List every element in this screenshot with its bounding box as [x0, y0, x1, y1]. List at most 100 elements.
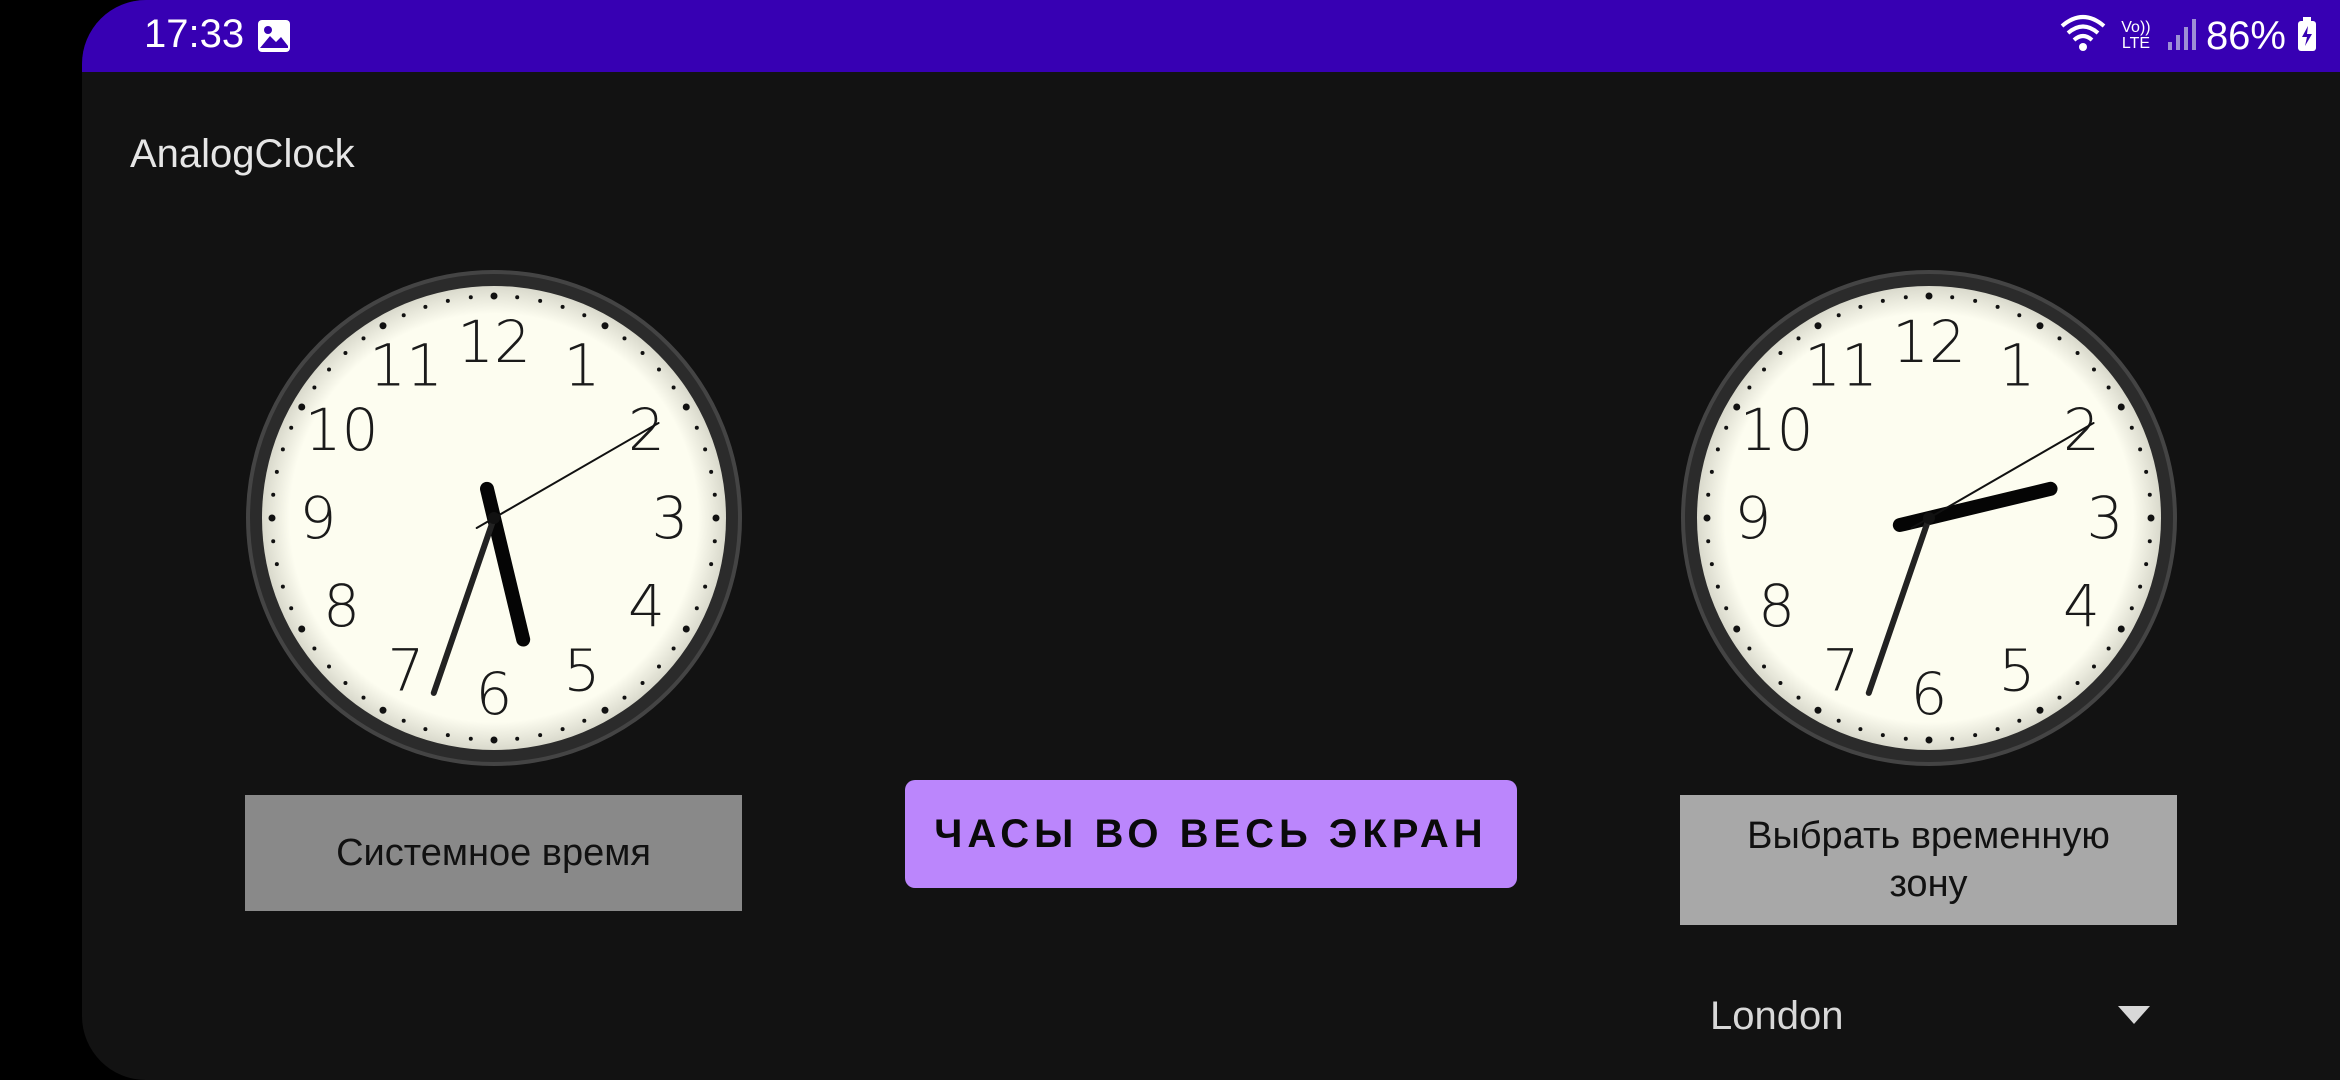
minute-tick — [1778, 680, 1783, 685]
minute-tick — [2091, 664, 2096, 669]
minute-tick — [280, 447, 285, 452]
minute-tick — [1995, 304, 2000, 309]
clock-numeral: 4 — [628, 572, 665, 640]
minute-tick — [2144, 562, 2149, 567]
minute-tick — [1995, 727, 2000, 732]
minute-tick — [1706, 539, 1711, 544]
clock-numeral: 4 — [2063, 572, 2100, 640]
minute-tick — [656, 664, 661, 669]
hour-tick — [298, 625, 306, 633]
minute-tick — [1709, 562, 1714, 567]
hour-tick — [379, 322, 387, 330]
minute-tick — [2106, 385, 2111, 390]
minute-tick — [640, 351, 645, 356]
minute-tick — [1858, 304, 1863, 309]
clock-numeral: 9 — [1735, 484, 1772, 552]
minute-tick — [1747, 646, 1752, 651]
wifi-icon — [2060, 14, 2106, 59]
clock-face: 121234567891011 — [246, 270, 742, 766]
clock-numeral: 12 — [457, 308, 531, 376]
app-screen: 17:33 Vo)) LTE 86% AnalogClock 121234567… — [82, 0, 2340, 1080]
minute-tick — [2138, 584, 2143, 589]
minute-tick — [712, 492, 717, 497]
minute-tick — [1858, 727, 1863, 732]
minute-tick — [1950, 295, 1955, 300]
minute-tick — [2075, 351, 2080, 356]
minute-tick — [327, 367, 332, 372]
minute-tick — [2147, 492, 2152, 497]
minute-tick — [1903, 736, 1908, 741]
minute-tick — [671, 385, 676, 390]
minute-tick — [1709, 469, 1714, 474]
clock-numeral: 7 — [1823, 636, 1860, 704]
minute-tick — [1973, 298, 1978, 303]
minute-tick — [1836, 718, 1841, 723]
battery-icon — [2296, 16, 2318, 57]
minute-tick — [694, 606, 699, 611]
minute-tick — [2091, 367, 2096, 372]
minute-tick — [1880, 733, 1885, 738]
timezone-spinner[interactable]: London — [1710, 980, 2150, 1052]
minute-tick — [703, 447, 708, 452]
dropdown-arrow-icon[interactable] — [2118, 1006, 2150, 1024]
clock-face: 121234567891011 — [1681, 270, 2177, 766]
minute-tick — [560, 727, 565, 732]
minute-tick — [671, 646, 676, 651]
minute-tick — [1762, 664, 1767, 669]
system-time-button[interactable]: Системное время — [245, 795, 742, 911]
minute-tick — [423, 727, 428, 732]
minute-tick — [1950, 736, 1955, 741]
minute-tick — [656, 367, 661, 372]
minute-tick — [445, 733, 450, 738]
minute-tick — [538, 733, 543, 738]
hour-tick — [1814, 706, 1822, 714]
signal-icon — [2166, 16, 2196, 57]
minute-tick — [2057, 336, 2062, 341]
minute-tick — [560, 304, 565, 309]
minute-tick — [712, 539, 717, 544]
minute-tick — [1796, 336, 1801, 341]
hour-tick — [1733, 625, 1741, 633]
clock-numeral: 6 — [1911, 660, 1948, 728]
minute-tick — [468, 295, 473, 300]
clock-numeral: 1 — [1999, 332, 2036, 400]
minute-tick — [1796, 695, 1801, 700]
hour-tick — [2117, 625, 2125, 633]
minute-tick — [1880, 298, 1885, 303]
clock-center-pin — [488, 512, 500, 524]
hour-tick — [2036, 322, 2044, 330]
minute-tick — [423, 304, 428, 309]
clock-numeral: 11 — [1804, 332, 1878, 400]
fullscreen-clock-button[interactable]: ЧАСЫ ВО ВЕСЬ ЭКРАН — [905, 780, 1517, 888]
status-bar: 17:33 Vo)) LTE 86% — [82, 0, 2340, 72]
clock-numeral: 1 — [564, 332, 601, 400]
hour-tick — [379, 706, 387, 714]
minute-tick — [1973, 733, 1978, 738]
hour-tick — [490, 736, 498, 744]
minute-tick — [343, 351, 348, 356]
clock-center-pin — [1923, 512, 1935, 524]
choose-timezone-button[interactable]: Выбрать временную зону — [1680, 795, 2177, 925]
minute-tick — [274, 469, 279, 474]
volte-lte-icon: Vo)) LTE — [2121, 19, 2151, 52]
hour-tick — [601, 322, 609, 330]
minute-tick — [2075, 680, 2080, 685]
hour-tick — [490, 292, 498, 300]
minute-tick — [289, 606, 294, 611]
minute-tick — [2144, 469, 2149, 474]
clock-numeral: 3 — [652, 484, 689, 552]
clock-numeral: 3 — [2087, 484, 2124, 552]
minute-tick — [1724, 425, 1729, 430]
clock-numeral: 5 — [1999, 636, 2036, 704]
minute-tick — [289, 425, 294, 430]
minute-tick — [1762, 367, 1767, 372]
hour-tick — [1814, 322, 1822, 330]
clock-numeral: 11 — [369, 332, 443, 400]
hour-tick — [601, 706, 609, 714]
analog-clock-timezone: 121234567891011 — [1679, 268, 2179, 768]
minute-tick — [1903, 295, 1908, 300]
minute-tick — [361, 336, 366, 341]
minute-tick — [401, 313, 406, 318]
minute-tick — [582, 718, 587, 723]
hour-tick — [1925, 736, 1933, 744]
